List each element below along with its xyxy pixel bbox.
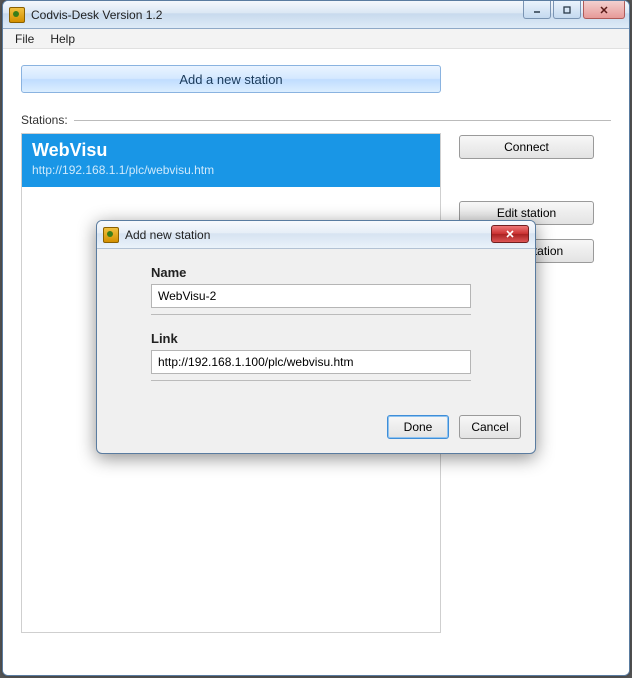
menu-file[interactable]: File [7,30,42,48]
name-input[interactable] [151,284,471,308]
dialog-titlebar[interactable]: Add new station [97,221,535,249]
done-button[interactable]: Done [387,415,449,439]
cancel-button[interactable]: Cancel [459,415,521,439]
stations-header: Stations: [21,113,611,127]
station-item[interactable]: WebVisu http://192.168.1.1/plc/webvisu.h… [22,134,440,187]
divider [151,314,471,315]
window-title: Codvis-Desk Version 1.2 [31,8,162,22]
station-url: http://192.168.1.1/plc/webvisu.htm [32,163,430,177]
titlebar[interactable]: Codvis-Desk Version 1.2 [3,1,629,29]
dialog-title: Add new station [125,228,210,242]
link-input[interactable] [151,350,471,374]
name-label: Name [151,265,507,280]
add-station-label: Add a new station [179,72,282,87]
station-name: WebVisu [32,140,430,161]
add-station-dialog: Add new station Name Link Done Cancel [96,220,536,454]
menu-help[interactable]: Help [42,30,83,48]
link-label: Link [151,331,507,346]
maximize-button[interactable] [553,1,581,19]
divider [74,120,611,121]
app-icon [9,7,25,23]
dialog-close-button[interactable] [491,225,529,243]
dialog-app-icon [103,227,119,243]
minimize-button[interactable] [523,1,551,19]
close-button[interactable] [583,1,625,19]
add-station-button[interactable]: Add a new station [21,65,441,93]
menubar: File Help [3,29,629,49]
stations-label: Stations: [21,113,68,127]
connect-button[interactable]: Connect [459,135,594,159]
divider [151,380,471,381]
